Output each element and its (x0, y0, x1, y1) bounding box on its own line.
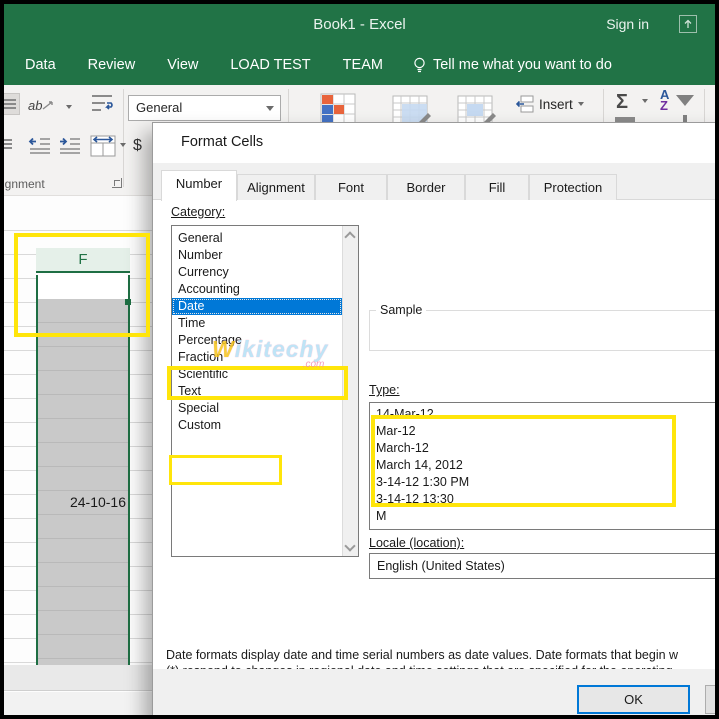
dialog-title-bar[interactable]: Format Cells (153, 123, 715, 163)
tell-me-box[interactable]: Tell me what you want to do (413, 57, 612, 74)
autosum-button[interactable]: Σ (616, 91, 628, 114)
type-item[interactable]: March 14, 2012 (370, 457, 715, 474)
category-item-selected[interactable]: Date (172, 298, 342, 315)
locale-dropdown[interactable]: English (United States) (369, 553, 715, 579)
ribbon-tab-view[interactable]: View (167, 57, 198, 73)
merge-center-icon[interactable] (90, 135, 116, 162)
column-f-cells[interactable]: 24-10-16 (36, 275, 130, 665)
chevron-down-icon (266, 106, 274, 111)
alignment-dialog-launcher-icon[interactable] (112, 178, 122, 188)
tab-font[interactable]: Font (315, 174, 387, 200)
locale-label: Locale (location): (369, 536, 464, 550)
lightbulb-icon (413, 57, 426, 74)
sample-groupbox: Sample (369, 303, 715, 351)
type-label: Type: (369, 383, 400, 397)
category-item[interactable]: Number (172, 247, 342, 264)
tell-me-label: Tell me what you want to do (433, 57, 612, 73)
insert-label: Insert (539, 97, 573, 112)
number-format-dropdown[interactable]: General (128, 95, 281, 121)
dialog-body: Category: General Number Currency Accoun… (153, 200, 715, 669)
type-item[interactable]: 14-Mar-12 (370, 406, 715, 423)
type-item[interactable]: Mar-12 (370, 423, 715, 440)
category-item[interactable]: Scientific (172, 366, 342, 383)
format-cells-dialog: Format Cells Number Alignment Font Borde… (152, 122, 715, 715)
align-middle-icon[interactable] (4, 93, 20, 115)
ribbon-tab-bar: Data Review View LOAD TEST TEAM Tell me … (4, 45, 715, 85)
insert-dropdown-arrow (578, 102, 584, 106)
date-cell-value[interactable]: 24-10-16 (38, 490, 126, 514)
decrease-indent-icon[interactable] (28, 137, 52, 160)
category-item[interactable]: General (172, 230, 342, 247)
tab-number[interactable]: Number (161, 170, 237, 201)
category-item[interactable]: Text (172, 383, 342, 400)
category-item[interactable]: Custom (172, 417, 342, 434)
increase-indent-icon[interactable] (58, 137, 82, 160)
tab-fill[interactable]: Fill (465, 174, 529, 200)
tab-protection[interactable]: Protection (529, 174, 617, 200)
align-left-icon[interactable] (4, 137, 12, 151)
orientation-dropdown-arrow[interactable] (66, 105, 72, 109)
selected-column-f[interactable]: F 24-10-16 (36, 248, 130, 665)
category-scrollbar[interactable] (342, 226, 358, 556)
category-label: Category: (171, 205, 225, 219)
alignment-group-label: ignment (4, 177, 45, 191)
dialog-footer: OK (153, 669, 715, 715)
ok-button[interactable]: OK (577, 685, 690, 714)
ribbon-tab-data[interactable]: Data (25, 57, 56, 73)
insert-button[interactable]: Insert (516, 95, 584, 113)
status-bar-strip (4, 692, 152, 715)
autosum-dropdown-arrow[interactable] (642, 99, 648, 103)
ribbon-display-options-icon[interactable] (679, 15, 697, 33)
type-item[interactable]: 3-14-12 13:30 (370, 491, 715, 508)
dialog-title: Format Cells (181, 134, 263, 150)
type-item[interactable]: 3-14-12 1:30 PM (370, 474, 715, 491)
locale-value: English (United States) (377, 559, 505, 573)
sample-label: Sample (376, 303, 426, 317)
worksheet-grid[interactable]: F 24-10-16 (4, 196, 152, 715)
column-f-selection-fill: 24-10-16 (38, 299, 128, 665)
tab-border[interactable]: Border (387, 174, 465, 200)
scroll-up-icon[interactable] (346, 230, 356, 240)
column-f-header[interactable]: F (36, 248, 130, 273)
sign-in-link[interactable]: Sign in (606, 16, 649, 32)
tab-alignment[interactable]: Alignment (237, 174, 315, 200)
category-listbox[interactable]: General Number Currency Accounting Date … (171, 225, 359, 557)
app-window: Book1 - Excel Sign in Data Review View L… (4, 4, 715, 715)
category-item[interactable]: Special (172, 400, 342, 417)
type-item[interactable]: March-12 (370, 440, 715, 457)
accounting-format-button[interactable]: $ (133, 137, 142, 155)
category-item[interactable]: Percentage (172, 332, 342, 349)
category-item[interactable]: Accounting (172, 281, 342, 298)
title-bar: Book1 - Excel Sign in (4, 4, 715, 45)
sort-filter-button[interactable]: A Z (660, 89, 669, 111)
scroll-down-icon[interactable] (346, 542, 356, 552)
filter-funnel-icon (676, 95, 694, 106)
group-separator (123, 89, 124, 187)
category-item[interactable]: Currency (172, 264, 342, 281)
selection-handle[interactable] (125, 299, 131, 305)
insert-cells-icon (516, 95, 534, 113)
ribbon-tab-team[interactable]: TEAM (343, 57, 383, 73)
dialog-tab-strip: Number Alignment Font Border Fill Protec… (153, 163, 715, 200)
cancel-button[interactable] (705, 685, 715, 714)
sheet-bottom-band (4, 665, 152, 691)
ribbon-tab-review[interactable]: Review (88, 57, 136, 73)
wrap-text-icon[interactable] (90, 93, 114, 120)
number-format-value: General (136, 100, 182, 115)
category-item[interactable]: Fraction (172, 349, 342, 366)
type-listbox[interactable]: 14-Mar-12 Mar-12 March-12 March 14, 2012… (369, 402, 715, 530)
ribbon-tab-load-test[interactable]: LOAD TEST (230, 57, 310, 73)
merge-dropdown-arrow[interactable] (120, 143, 126, 147)
type-item[interactable]: M (370, 508, 715, 525)
orientation-icon[interactable]: ab (28, 97, 54, 115)
category-item[interactable]: Time (172, 315, 342, 332)
